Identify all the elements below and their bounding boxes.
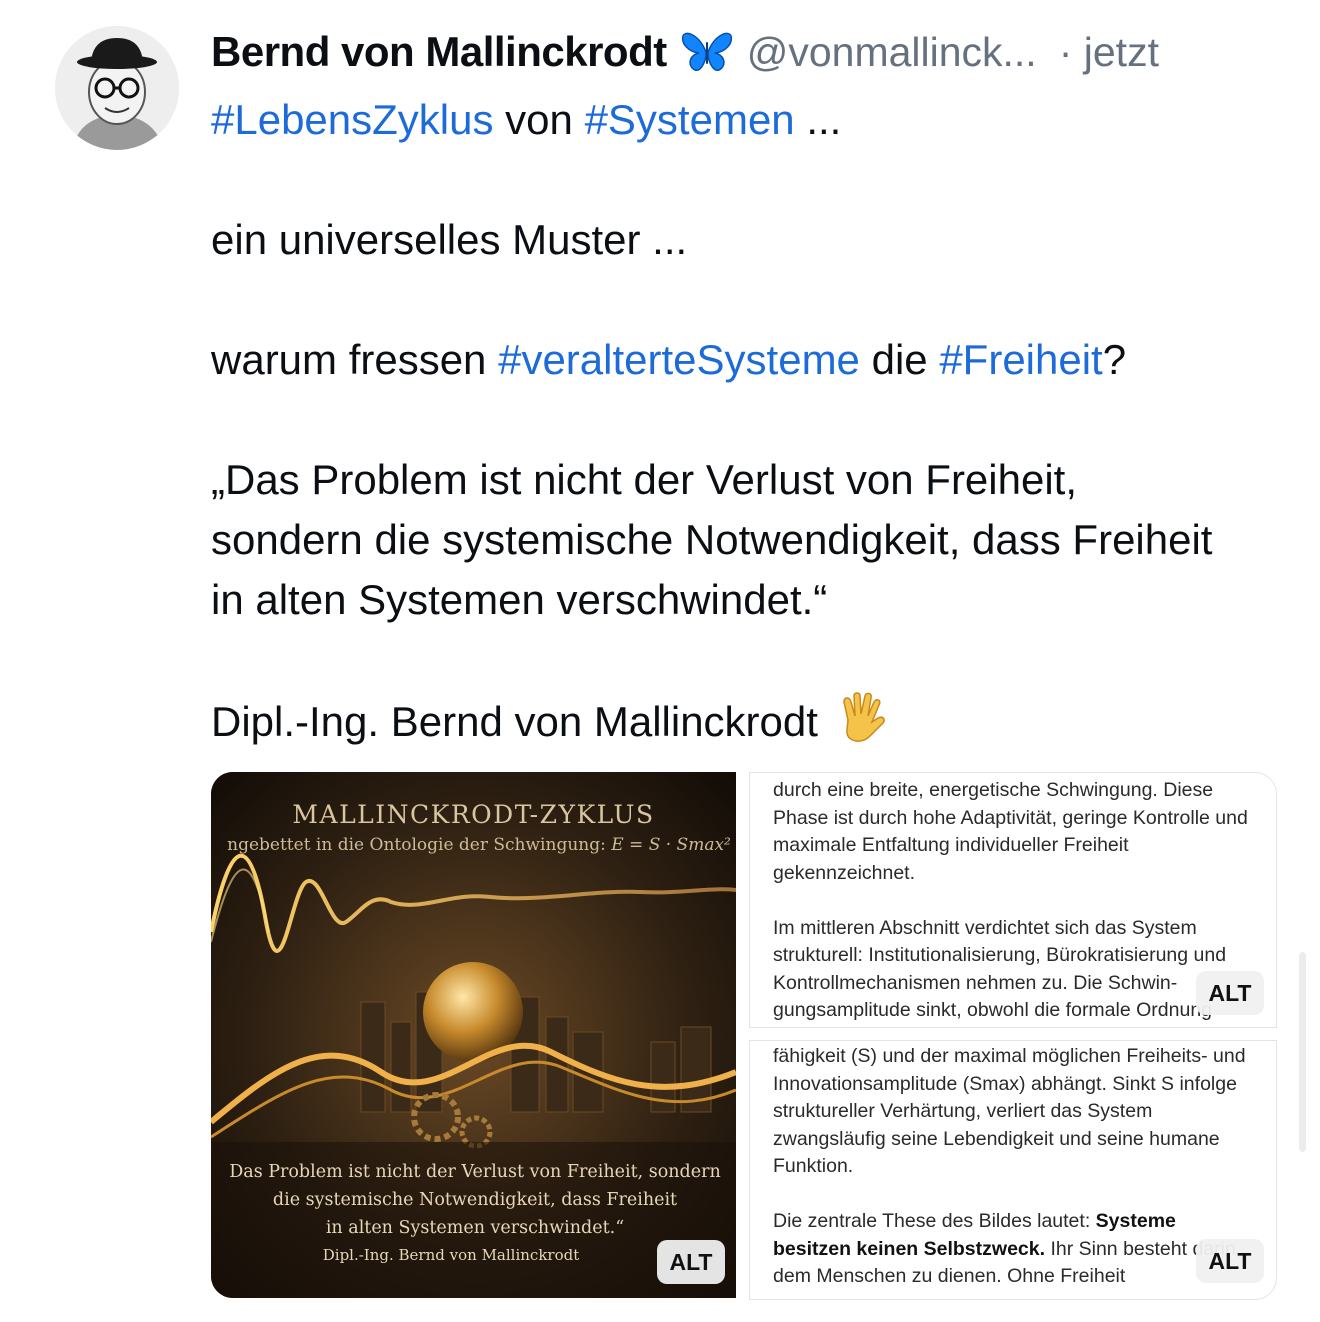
time-separator: · [1058, 28, 1073, 75]
hashtag-link[interactable]: #LebensZyklus [211, 96, 494, 143]
media-image-main[interactable]: MALLINCKRODT-ZYKLUS ngebettet in die Ont… [211, 772, 736, 1298]
artwork-formula: E = S · Smax² [611, 835, 731, 855]
hashtag-link[interactable]: #Freiheit [939, 336, 1102, 383]
author-avatar[interactable] [55, 26, 179, 150]
hashtag-link[interactable]: #Systemen [585, 96, 795, 143]
post-line-3: warum fressen #veralterteSysteme die #Fr… [211, 330, 1271, 390]
avatar-portrait [55, 26, 179, 150]
post-line-2: ein universelles Muster ... [211, 216, 688, 263]
doc-text: fähigkeit (S) und der maximal möglichen … [773, 1043, 1251, 1291]
artwork-quote: Das Problem ist nicht der Verlust von Fr… [211, 1158, 736, 1242]
doc-text-segment: Die zentrale These des Bildes lautet: [773, 1210, 1096, 1232]
artwork-signature: Dipl.-Ing. Bernd von Mallinckrodt [322, 1246, 580, 1264]
author-handle[interactable]: @vonmallinck... [747, 29, 1037, 76]
doc-paragraph: Die zentrale These des Bildes lautet: Sy… [773, 1208, 1251, 1291]
alt-text-button[interactable]: ALT [1196, 1239, 1264, 1283]
vulcan-salute-hand-icon [834, 690, 890, 746]
doc-paragraph: durch eine breite, energetische Schwingu… [773, 779, 1248, 884]
media-image-text-bottom[interactable]: fähigkeit (S) und der maximal möglichen … [749, 1040, 1277, 1300]
doc-text: durch eine breite, energetische Schwingu… [773, 777, 1251, 1025]
text-segment: die [859, 336, 940, 383]
artwork-subtitle-text: ngebettet in die Ontologie der Schwingun… [227, 835, 612, 855]
text-segment: von [493, 96, 585, 143]
doc-paragraph: fähigkeit (S) und der maximal möglichen … [773, 1045, 1246, 1177]
post-line-1: #LebensZyklus von #Systemen ... [211, 90, 1271, 150]
hashtag-link[interactable]: #veralterteSysteme [498, 336, 860, 383]
artwork-quote-line: in alten Systemen verschwindet.“ [325, 1218, 625, 1238]
time-label: jetzt [1083, 28, 1159, 75]
post-text: #LebensZyklus von #Systemen ... ein univ… [211, 90, 1271, 752]
media-grid: MALLINCKRODT-ZYKLUS ngebettet in die Ont… [211, 772, 1277, 1300]
artwork-subtitle: ngebettet in die Ontologie der Schwingun… [211, 835, 736, 855]
text-segment: ... [794, 96, 842, 143]
alt-text-button[interactable]: ALT [1196, 971, 1264, 1015]
post-quote: „Das Problem ist nicht der Verlust von F… [211, 456, 1213, 623]
media-image-text-top[interactable]: durch eine breite, energetische Schwingu… [749, 772, 1277, 1028]
artwork-quote-line: Das Problem ist nicht der Verlust von Fr… [229, 1162, 721, 1182]
post-header: Bernd von Mallinckrodt @vonmallinck... ·… [211, 22, 1291, 82]
text-segment: ? [1102, 336, 1127, 383]
artwork-quote-line: die systemische Notwendigkeit, dass Frei… [272, 1190, 678, 1210]
post-signature-line: Dipl.-Ing. Bernd von Mallinckrodt [211, 690, 1271, 752]
post-signature: Dipl.-Ing. Bernd von Mallinckrodt [211, 698, 818, 745]
artwork-title: MALLINCKRODT-ZYKLUS [292, 800, 655, 829]
text-segment: warum fressen [211, 336, 499, 383]
alt-text-button[interactable]: ALT [657, 1240, 725, 1284]
author-name[interactable]: Bernd von Mallinckrodt [211, 28, 667, 76]
post-time[interactable]: · jetzt [1059, 29, 1159, 76]
butterfly-icon [681, 30, 733, 74]
scrollbar[interactable] [1299, 952, 1306, 1152]
doc-paragraph: Im mittleren Abschnitt verdichtet sich d… [773, 916, 1227, 1022]
